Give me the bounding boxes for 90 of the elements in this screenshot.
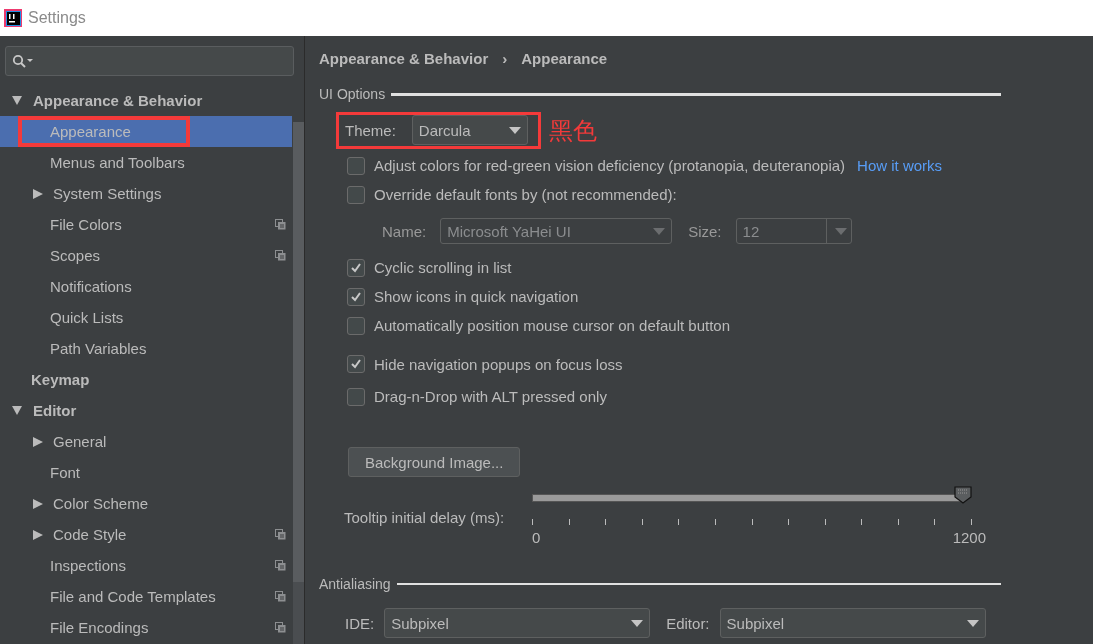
expand-arrow-icon	[12, 96, 22, 105]
checkbox[interactable]	[347, 387, 365, 406]
editor-label: Editor:	[666, 614, 710, 632]
slider-thumb[interactable]	[954, 486, 973, 504]
expand-arrow-icon	[33, 188, 43, 199]
tick-mark	[897, 519, 899, 525]
annotation-text: 黑色	[548, 115, 597, 146]
checkbox-label: Automatically position mouse cursor on default button	[374, 317, 731, 334]
tree-item[interactable]: Scopes	[0, 240, 292, 271]
checkbox-label: Hide navigation popups on focus loss	[374, 355, 623, 373]
caret-icon	[834, 227, 847, 235]
tree-item[interactable]: Color Scheme	[0, 488, 292, 519]
expand-arrow-icon	[33, 529, 43, 540]
tree-item[interactable]: General	[0, 426, 292, 457]
tree-item[interactable]: Quick Lists	[0, 302, 292, 333]
copy-icon	[275, 250, 286, 261]
expand-arrow-icon	[12, 406, 22, 415]
theme-dropdown[interactable]: Darcula	[411, 115, 528, 145]
caret-icon	[631, 619, 644, 627]
breadcrumb-separator: ›	[502, 49, 508, 67]
tree-item[interactable]: Keymap	[0, 364, 292, 395]
check-icon	[350, 290, 362, 303]
tree-item[interactable]: File Colors	[0, 209, 292, 240]
search-icon	[12, 54, 34, 68]
tick-mark	[934, 519, 936, 525]
checkbox[interactable]	[347, 287, 365, 306]
checkbox[interactable]	[347, 156, 365, 175]
tick-mark	[971, 519, 972, 525]
check-icon	[350, 358, 362, 370]
highlight-frame: Appearance	[18, 116, 190, 147]
checkbox-label: Override default fonts by (not recommended):	[374, 186, 677, 203]
ide-label: IDE:	[345, 614, 375, 632]
slider[interactable]	[532, 486, 973, 506]
editor-antialiasing-dropdown[interactable]: Subpixel	[719, 608, 986, 638]
name-label: Name:	[382, 222, 427, 240]
copy-icon	[275, 529, 286, 540]
tick-mark	[824, 519, 826, 525]
copy-icon	[275, 560, 286, 571]
checkbox-label: Show icons in quick navigation	[374, 288, 579, 305]
tree-item[interactable]: System Settings	[0, 178, 292, 209]
tick-mark	[532, 519, 534, 525]
tick-mark	[861, 519, 863, 525]
breadcrumb-item: Appearance & Behavior	[319, 49, 489, 67]
tree-item[interactable]: Notifications	[0, 271, 292, 302]
copy-icon	[275, 591, 286, 602]
caret-icon	[653, 227, 666, 235]
size-label: Size:	[688, 222, 722, 240]
theme-label: Theme:	[345, 121, 396, 139]
checkbox[interactable]	[347, 316, 365, 335]
expand-arrow-icon	[33, 498, 43, 509]
tree-item[interactable]: Appearance & Behavior	[0, 85, 292, 116]
checkbox-label: Adjust colors for red-green vision deficiency (protanopia, deuteranopia)	[374, 157, 846, 174]
ide-antialiasing-dropdown[interactable]: Subpixel	[384, 608, 651, 638]
app-logo-icon	[4, 9, 22, 27]
slider-min-label: 0	[532, 529, 541, 546]
tree-item[interactable]: File Encodings	[0, 612, 292, 643]
section-title: Antialiasing	[319, 576, 391, 592]
tick-mark	[678, 519, 680, 525]
tick-mark	[751, 519, 753, 525]
section-title: UI Options	[319, 86, 386, 102]
tree-item[interactable]: Editor	[0, 395, 292, 426]
caret-icon	[966, 619, 979, 627]
window-title: Settings	[28, 9, 86, 27]
tick-mark	[605, 519, 607, 525]
tooltip-delay-label: Tooltip initial delay (ms):	[344, 509, 505, 526]
tree-item[interactable]: File and Code Templates	[0, 581, 292, 612]
tree-item[interactable]: Font	[0, 457, 292, 488]
check-icon	[350, 261, 362, 274]
slider-max-label: 1200	[952, 529, 987, 546]
expand-arrow-icon	[33, 436, 43, 447]
tree-item[interactable]: Code Style	[0, 519, 292, 550]
search-field[interactable]	[5, 46, 294, 76]
tree-item[interactable]: Menus and Toolbars	[0, 147, 292, 178]
tick-mark	[568, 519, 570, 525]
checkbox[interactable]	[347, 185, 365, 204]
how-it-works-link[interactable]: How it works	[857, 157, 943, 174]
tree-item[interactable]: Inspections	[0, 550, 292, 581]
tick-mark	[714, 519, 716, 525]
copy-icon	[275, 622, 286, 633]
caret-icon	[508, 126, 521, 134]
tree-item[interactable]: Path Variables	[0, 333, 292, 364]
checkbox-label: Drag-n-Drop with ALT pressed only	[374, 388, 607, 405]
breadcrumb-item: Appearance	[521, 49, 608, 67]
tick-mark	[641, 519, 643, 525]
checkbox[interactable]	[347, 258, 365, 277]
checkbox-label: Cyclic scrolling in list	[374, 259, 512, 276]
checkbox[interactable]	[347, 355, 365, 373]
copy-icon	[275, 219, 286, 230]
background-image-button[interactable]: Background Image...	[348, 447, 521, 477]
tick-mark	[788, 519, 790, 525]
